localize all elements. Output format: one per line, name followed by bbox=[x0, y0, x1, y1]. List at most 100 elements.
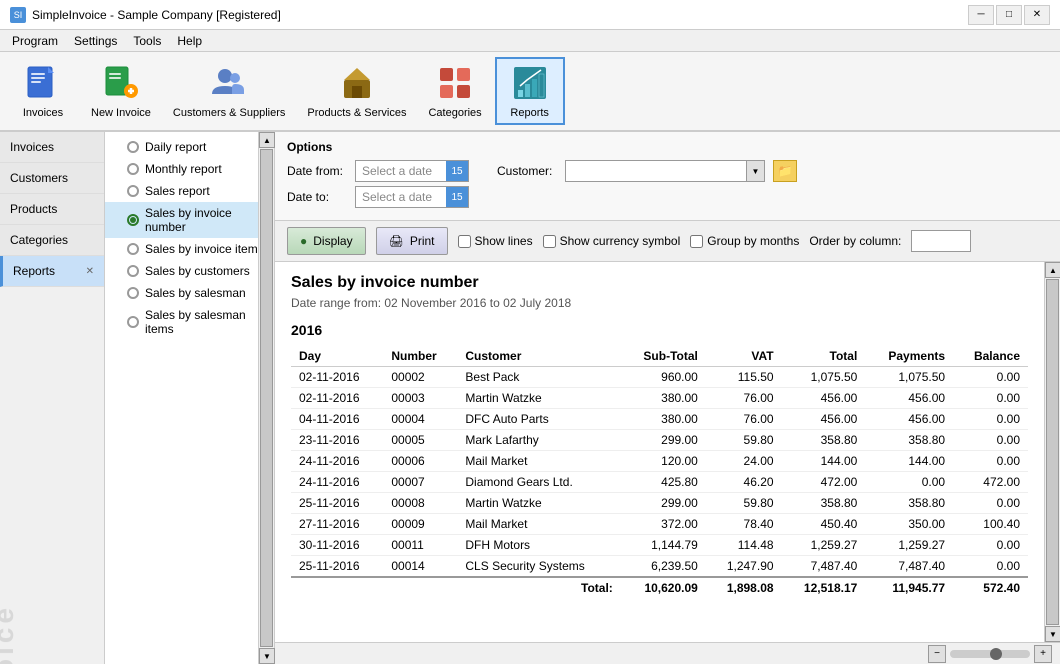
report-item-byitems[interactable]: Sales by invoice items bbox=[105, 238, 274, 260]
cell-subtotal: 380.00 bbox=[621, 388, 706, 409]
date-to-text: Select a date bbox=[356, 190, 446, 204]
report-item-bysalesman[interactable]: Sales by salesman bbox=[105, 282, 274, 304]
sidebar: Invoices Customers Products Categories R… bbox=[0, 132, 105, 664]
date-to-input[interactable]: Select a date 15 bbox=[355, 186, 469, 208]
toolbar-customers[interactable]: Customers & Suppliers bbox=[164, 57, 295, 125]
zoom-slider[interactable] bbox=[950, 650, 1030, 658]
cell-payments: 0.00 bbox=[865, 472, 953, 493]
customer-select[interactable]: ▼ bbox=[565, 160, 765, 182]
toolbar-invoices[interactable]: Invoices bbox=[8, 57, 78, 125]
cell-vat: 59.80 bbox=[706, 430, 782, 451]
cell-day: 27-11-2016 bbox=[291, 514, 383, 535]
show-lines-checkbox[interactable] bbox=[458, 235, 471, 248]
toolbar-categories[interactable]: Categories bbox=[419, 57, 490, 125]
col-payments: Payments bbox=[865, 346, 953, 367]
cell-day: 02-11-2016 bbox=[291, 367, 383, 388]
toolbar-newinvoice[interactable]: New Invoice bbox=[82, 57, 160, 125]
table-row: 27-11-201600009Mail Market372.0078.40450… bbox=[291, 514, 1028, 535]
total-subtotal: 10,620.09 bbox=[621, 577, 706, 598]
cell-customer: Best Pack bbox=[457, 367, 620, 388]
show-currency-group: Show currency symbol bbox=[543, 234, 681, 248]
scroll-thumb[interactable] bbox=[260, 149, 273, 647]
scroll-thumb-right[interactable] bbox=[1046, 279, 1059, 625]
group-months-checkbox[interactable] bbox=[690, 235, 703, 248]
minimize-button[interactable]: ─ bbox=[968, 5, 994, 25]
print-button[interactable]: 🖨 Print bbox=[376, 227, 448, 255]
radio-bycustomers bbox=[127, 265, 139, 277]
report-table: Day Number Customer Sub-Total VAT Total … bbox=[291, 346, 1028, 598]
menu-program[interactable]: Program bbox=[4, 32, 66, 50]
col-total: Total bbox=[782, 346, 866, 367]
sidebar-item-customers[interactable]: Customers bbox=[0, 163, 104, 194]
show-currency-checkbox[interactable] bbox=[543, 235, 556, 248]
reports-list-scroll[interactable]: Daily report Monthly report Sales report… bbox=[105, 132, 274, 664]
order-col-input[interactable] bbox=[911, 230, 971, 252]
right-panel: Options Date from: Select a date 15 Cust… bbox=[275, 132, 1060, 664]
vertical-scrollbar[interactable]: ▲ ▼ bbox=[1044, 262, 1060, 642]
cell-balance: 100.40 bbox=[953, 514, 1028, 535]
report-item-daily[interactable]: Daily report bbox=[105, 136, 274, 158]
customer-dropdown-arrow[interactable]: ▼ bbox=[746, 161, 764, 181]
cell-subtotal: 120.00 bbox=[621, 451, 706, 472]
sidebar-item-products[interactable]: Products bbox=[0, 194, 104, 225]
scroll-up-right-btn[interactable]: ▲ bbox=[1045, 262, 1060, 278]
report-item-monthly[interactable]: Monthly report bbox=[105, 158, 274, 180]
zoom-in-btn[interactable]: + bbox=[1034, 645, 1052, 663]
cell-number: 00011 bbox=[383, 535, 457, 556]
cell-vat: 115.50 bbox=[706, 367, 782, 388]
date-to-calendar-btn[interactable]: 15 bbox=[446, 187, 468, 207]
cell-payments: 7,487.40 bbox=[865, 556, 953, 578]
sidebar-item-reports[interactable]: Reports ✕ bbox=[0, 256, 104, 287]
customer-folder-btn[interactable]: 📁 bbox=[773, 160, 797, 182]
toolbar-reports[interactable]: Reports bbox=[495, 57, 565, 125]
close-button[interactable]: ✕ bbox=[1024, 5, 1050, 25]
maximize-button[interactable]: □ bbox=[996, 5, 1022, 25]
cell-total: 456.00 bbox=[782, 388, 866, 409]
scroll-down-btn[interactable]: ▼ bbox=[259, 648, 275, 664]
total-payments: 11,945.77 bbox=[865, 577, 953, 598]
sidebar-item-invoices[interactable]: Invoices bbox=[0, 132, 104, 163]
total-total: 12,518.17 bbox=[782, 577, 866, 598]
cell-total: 358.80 bbox=[782, 430, 866, 451]
table-row: 02-11-201600002Best Pack960.00115.501,07… bbox=[291, 367, 1028, 388]
close-reports-icon[interactable]: ✕ bbox=[86, 266, 94, 277]
menu-tools[interactable]: Tools bbox=[125, 32, 169, 50]
app-icon: SI bbox=[10, 7, 26, 23]
cell-balance: 0.00 bbox=[953, 493, 1028, 514]
app-title: SimpleInvoice - Sample Company [Register… bbox=[32, 8, 281, 22]
report-item-byinvoice[interactable]: Sales by invoice number bbox=[105, 202, 274, 238]
toolbar-products[interactable]: Products & Services bbox=[298, 57, 415, 125]
date-from-input[interactable]: Select a date 15 bbox=[355, 160, 469, 182]
date-from-calendar-btn[interactable]: 15 bbox=[446, 161, 468, 181]
report-item-bycustomers[interactable]: Sales by customers bbox=[105, 260, 274, 282]
cell-payments: 1,259.27 bbox=[865, 535, 953, 556]
cell-customer: Diamond Gears Ltd. bbox=[457, 472, 620, 493]
options-bar: Options Date from: Select a date 15 Cust… bbox=[275, 132, 1060, 221]
menu-settings[interactable]: Settings bbox=[66, 32, 125, 50]
customers-icon bbox=[209, 63, 249, 103]
scroll-up-btn[interactable]: ▲ bbox=[259, 132, 275, 148]
cell-subtotal: 6,239.50 bbox=[621, 556, 706, 578]
cell-balance: 0.00 bbox=[953, 430, 1028, 451]
table-row: 23-11-201600005Mark Lafarthy299.0059.803… bbox=[291, 430, 1028, 451]
options-row-to: Date to: Select a date 15 bbox=[287, 186, 1048, 208]
report-item-bysalesmanitems[interactable]: Sales by salesman items bbox=[105, 304, 274, 340]
menu-help[interactable]: Help bbox=[169, 32, 210, 50]
total-balance: 572.40 bbox=[953, 577, 1028, 598]
report-item-sales[interactable]: Sales report bbox=[105, 180, 274, 202]
table-row: 24-11-201600006Mail Market120.0024.00144… bbox=[291, 451, 1028, 472]
display-button[interactable]: ● Display bbox=[287, 227, 366, 255]
cell-customer: DFC Auto Parts bbox=[457, 409, 620, 430]
cell-total: 144.00 bbox=[782, 451, 866, 472]
year-heading: 2016 bbox=[291, 322, 1028, 338]
zoom-thumb[interactable] bbox=[990, 648, 1002, 660]
table-row: 25-11-201600014CLS Security Systems6,239… bbox=[291, 556, 1028, 578]
col-customer: Customer bbox=[457, 346, 620, 367]
table-row: 02-11-201600003Martin Watzke380.0076.004… bbox=[291, 388, 1028, 409]
sidebar-item-categories[interactable]: Categories bbox=[0, 225, 104, 256]
zoom-out-btn[interactable]: − bbox=[928, 645, 946, 663]
col-balance: Balance bbox=[953, 346, 1028, 367]
radio-byitems bbox=[127, 243, 139, 255]
scroll-down-right-btn[interactable]: ▼ bbox=[1045, 626, 1060, 642]
cell-payments: 456.00 bbox=[865, 409, 953, 430]
